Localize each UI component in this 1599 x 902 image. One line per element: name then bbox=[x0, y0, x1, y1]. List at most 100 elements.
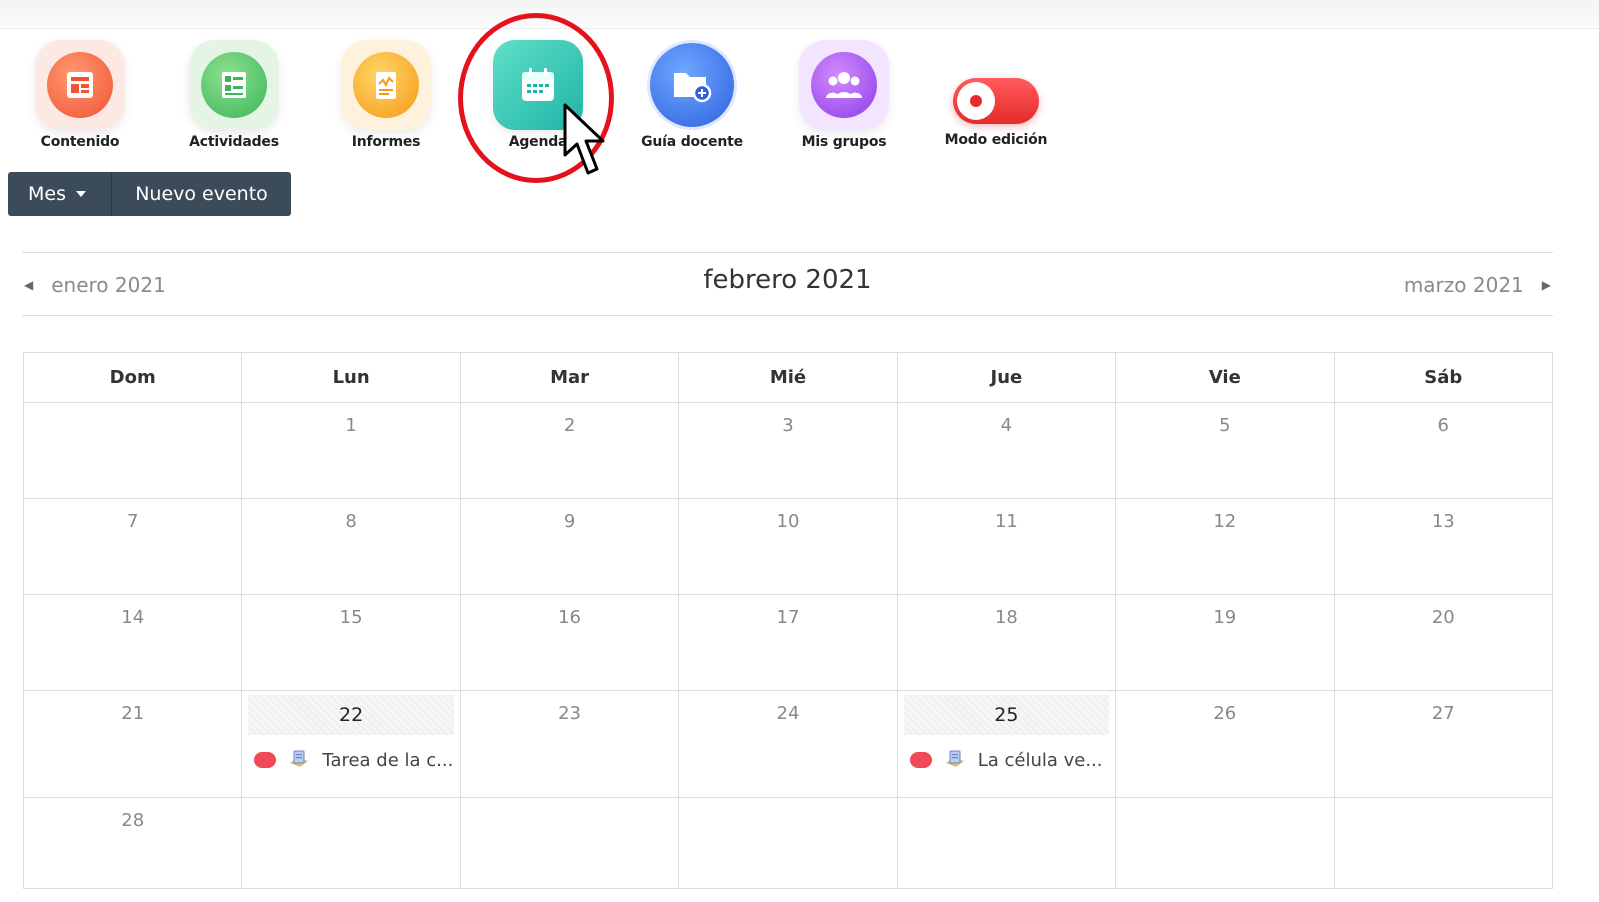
event-color-dot bbox=[909, 752, 932, 768]
new-event-button[interactable]: Nuevo evento bbox=[111, 172, 291, 216]
month-calendar: Dom Lun Mar Mié Jue Vie Sáb 1 2 3 4 5 6 … bbox=[22, 352, 1554, 889]
toolbar-item-label: Guía docente bbox=[641, 134, 743, 150]
day-cell[interactable]: 10 bbox=[678, 498, 898, 595]
day-number: 15 bbox=[339, 607, 363, 628]
day-cell[interactable]: 1 bbox=[241, 402, 461, 499]
week-row: 1 2 3 4 5 6 bbox=[22, 402, 1554, 499]
toolbar-informes-button[interactable]: Informes bbox=[331, 40, 441, 150]
event-color-dot bbox=[254, 752, 277, 768]
day-cell bbox=[241, 797, 461, 889]
toolbar-agenda-button[interactable]: Agenda bbox=[483, 40, 593, 150]
weekday-header: Mié bbox=[678, 352, 898, 403]
day-cell[interactable]: 7 bbox=[22, 498, 243, 595]
day-cell[interactable]: 26 bbox=[1115, 690, 1335, 798]
day-cell bbox=[1115, 797, 1335, 889]
weekday-header: Lun bbox=[241, 352, 461, 403]
weekday-header: Jue bbox=[896, 352, 1117, 403]
day-number: 7 bbox=[126, 511, 139, 532]
day-number: 26 bbox=[1213, 703, 1237, 724]
toolbar-item-label: Mis grupos bbox=[801, 134, 887, 150]
week-row: 14 15 16 17 18 19 20 bbox=[22, 594, 1554, 691]
caret-down-icon bbox=[75, 191, 86, 197]
day-cell[interactable]: 8 bbox=[241, 498, 461, 595]
day-number: 5 bbox=[1219, 415, 1231, 436]
day-number: 6 bbox=[1437, 415, 1449, 436]
weekday-header: Mar bbox=[459, 352, 680, 403]
day-cell[interactable] bbox=[22, 402, 243, 499]
day-number: 28 bbox=[121, 810, 145, 831]
day-number: 17 bbox=[776, 607, 800, 628]
day-cell[interactable]: 23 bbox=[459, 690, 680, 798]
day-cell[interactable]: 21 bbox=[22, 690, 243, 798]
day-number bbox=[24, 403, 241, 415]
course-toolbar: Contenido Actividades Informes Agenda Gu… bbox=[0, 0, 1599, 165]
day-cell[interactable]: 12 bbox=[1115, 498, 1335, 595]
day-cell[interactable]: 28 bbox=[22, 797, 243, 889]
day-cell bbox=[678, 797, 898, 889]
toolbar-item-label: Actividades bbox=[189, 134, 279, 150]
day-cell[interactable]: 13 bbox=[1333, 498, 1554, 595]
day-cell-with-events[interactable]: 25 La célula ve... bbox=[896, 690, 1117, 798]
toolbar-guia-docente-button[interactable]: Guía docente bbox=[637, 40, 747, 150]
day-cell[interactable]: 15 bbox=[241, 594, 461, 691]
current-month-title: febrero 2021 bbox=[703, 265, 872, 295]
calendar-event[interactable]: La célula ve... bbox=[909, 749, 1115, 771]
day-cell[interactable]: 3 bbox=[678, 402, 898, 499]
event-title: Tarea de la c... bbox=[322, 749, 454, 771]
day-cell bbox=[459, 797, 680, 889]
day-number: 3 bbox=[782, 415, 794, 436]
day-cell[interactable]: 11 bbox=[896, 498, 1117, 595]
view-month-dropdown[interactable]: Mes bbox=[8, 172, 111, 216]
next-month-link[interactable]: marzo 2021 ▶ bbox=[1404, 273, 1551, 297]
day-cell[interactable]: 19 bbox=[1115, 594, 1335, 691]
calendar-event[interactable]: Tarea de la c... bbox=[254, 749, 459, 771]
weekday-header-row: Dom Lun Mar Mié Jue Vie Sáb bbox=[22, 352, 1554, 403]
calendar-actions: Mes Nuevo evento bbox=[8, 172, 291, 216]
day-cell[interactable]: 17 bbox=[678, 594, 898, 691]
day-cell[interactable]: 16 bbox=[459, 594, 680, 691]
day-cell[interactable]: 18 bbox=[896, 594, 1117, 691]
weekday-header: Sáb bbox=[1333, 352, 1554, 403]
day-cell[interactable]: 9 bbox=[459, 498, 680, 595]
day-cell[interactable]: 5 bbox=[1115, 402, 1335, 499]
view-dropdown-label: Mes bbox=[28, 183, 66, 205]
day-cell-with-events[interactable]: 22 Tarea de la c... bbox=[241, 690, 461, 798]
folder-add-icon bbox=[650, 43, 734, 127]
day-number: 12 bbox=[1213, 511, 1237, 532]
weekday-header: Dom bbox=[22, 352, 243, 403]
day-cell[interactable]: 27 bbox=[1333, 690, 1554, 798]
day-cell[interactable]: 4 bbox=[896, 402, 1117, 499]
assignment-icon bbox=[290, 750, 309, 767]
toolbar-mis-grupos-button[interactable]: Mis grupos bbox=[789, 40, 899, 150]
day-number: 27 bbox=[1431, 703, 1455, 724]
toolbar-item-label: Informes bbox=[351, 134, 421, 150]
day-number: 19 bbox=[1213, 607, 1237, 628]
day-number: 16 bbox=[558, 607, 581, 628]
day-number: 22 bbox=[248, 695, 454, 735]
activities-icon bbox=[201, 52, 267, 118]
day-number: 21 bbox=[121, 703, 145, 724]
toolbar-modo-edicion-toggle[interactable]: Modo edición bbox=[941, 78, 1051, 148]
month-navigation: ◀ enero 2021 febrero 2021 marzo 2021 ▶ bbox=[22, 252, 1553, 316]
arrow-right-icon: ▶ bbox=[1541, 278, 1551, 292]
day-number: 8 bbox=[345, 511, 357, 532]
toolbar-actividades-button[interactable]: Actividades bbox=[179, 40, 289, 150]
day-cell[interactable]: 14 bbox=[22, 594, 243, 691]
day-cell[interactable]: 24 bbox=[678, 690, 898, 798]
day-number: 10 bbox=[776, 511, 800, 532]
day-cell[interactable]: 20 bbox=[1333, 594, 1554, 691]
day-number: 2 bbox=[563, 415, 576, 436]
week-row: 7 8 9 10 11 12 13 bbox=[22, 498, 1554, 595]
toolbar-item-label: Modo edición bbox=[944, 132, 1048, 148]
day-cell[interactable]: 6 bbox=[1333, 402, 1554, 499]
next-month-label: marzo 2021 bbox=[1403, 273, 1524, 297]
toolbar-contenido-button[interactable]: Contenido bbox=[25, 40, 135, 150]
day-number: 20 bbox=[1431, 607, 1455, 628]
day-number: 25 bbox=[903, 695, 1110, 735]
day-cell bbox=[1333, 797, 1554, 889]
day-number: 4 bbox=[1000, 415, 1013, 436]
group-icon bbox=[811, 52, 877, 118]
day-number: 23 bbox=[558, 703, 581, 724]
day-cell[interactable]: 2 bbox=[459, 402, 680, 499]
toggle-icon[interactable] bbox=[953, 78, 1039, 124]
